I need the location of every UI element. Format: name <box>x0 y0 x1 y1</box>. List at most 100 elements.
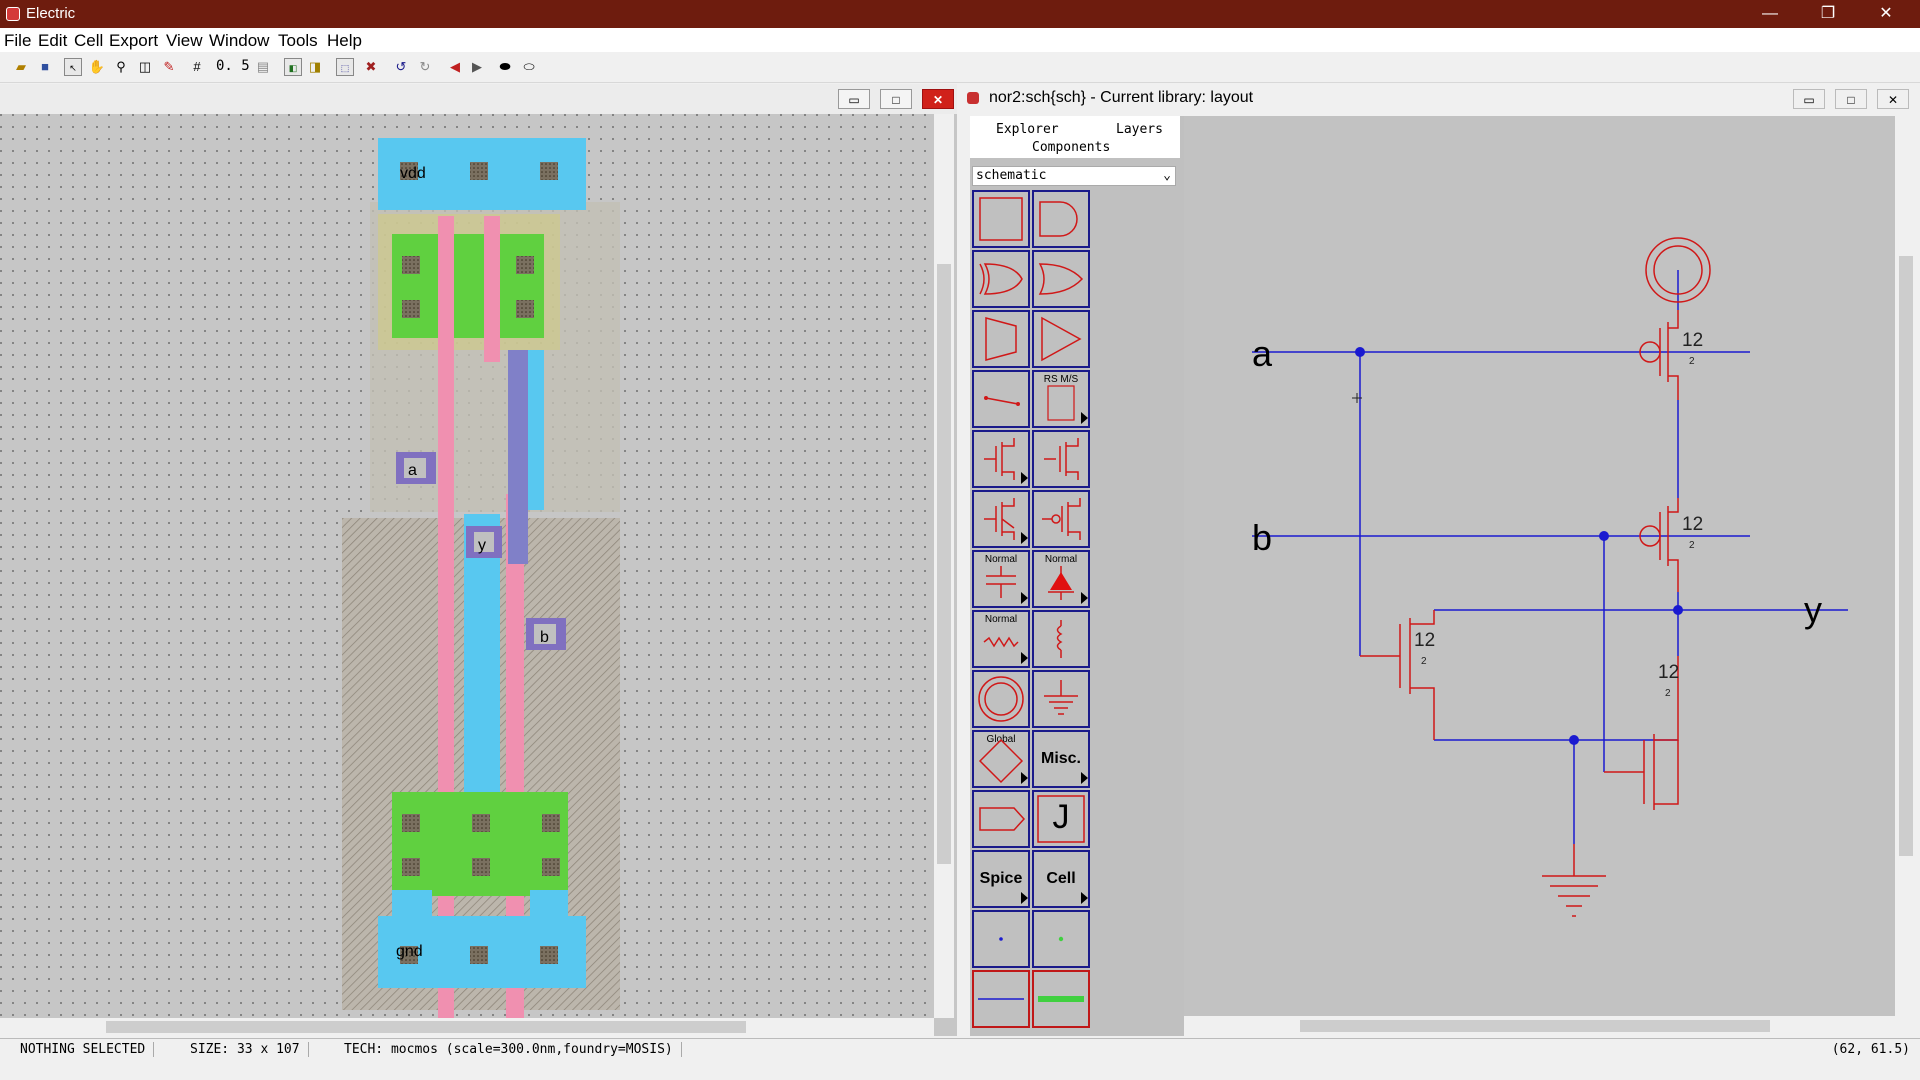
close-button[interactable]: ✕ <box>1858 0 1914 28</box>
unexpand-icon[interactable]: ⬭ <box>520 58 538 76</box>
palette-buffer[interactable] <box>1032 310 1090 368</box>
palette-resistor[interactable]: Normal <box>972 610 1030 668</box>
side-panel-tabs: Explorer Layers Components <box>970 116 1180 158</box>
window-title: Electric <box>26 5 76 22</box>
restore-button[interactable]: ❐ <box>1800 0 1856 28</box>
layout-mode-icon[interactable]: ◧ <box>284 58 302 76</box>
palette-offpage[interactable] <box>972 790 1030 848</box>
arrow-distance[interactable]: 0. 5 <box>216 58 250 74</box>
schematic-vertical-scrollbar[interactable] <box>1895 116 1917 1016</box>
ground-icon <box>1044 680 1078 715</box>
palette-power[interactable] <box>972 670 1030 728</box>
expand-arrow-icon <box>1021 472 1028 484</box>
palette-pure-layer[interactable]: J <box>1032 790 1090 848</box>
layout-vscroll-thumb[interactable] <box>937 264 951 864</box>
palette-and-gate[interactable] <box>1032 190 1090 248</box>
select-tool-icon[interactable]: ↖ <box>64 58 82 76</box>
palette-wire-pin[interactable] <box>972 910 1030 968</box>
outline-edit-icon[interactable]: ◫ <box>136 58 154 76</box>
palette-capacitor[interactable]: Normal <box>972 550 1030 608</box>
open-icon[interactable]: ▰ <box>12 58 30 76</box>
pmos-icon <box>1044 438 1079 480</box>
palette-pmos4[interactable] <box>1032 490 1090 548</box>
inductor-icon <box>1056 620 1063 658</box>
palette-xor-gate[interactable] <box>972 250 1030 308</box>
palette-flipflop[interactable]: RS M/S <box>1032 370 1090 428</box>
layout-vertical-scrollbar[interactable] <box>934 114 954 1018</box>
menu-tools[interactable]: Tools <box>278 31 318 51</box>
tab-layers[interactable]: Layers <box>1116 122 1163 137</box>
wire-arc-icon <box>978 998 1024 1000</box>
menu-file[interactable]: File <box>4 31 31 51</box>
pmos1-len-label: 2 <box>1689 356 1695 367</box>
bus-pin-icon <box>1058 936 1064 942</box>
palette-nmos[interactable] <box>972 430 1030 488</box>
palette-misc[interactable]: Misc. <box>1032 730 1090 788</box>
minimize-button[interactable]: — <box>1742 0 1798 28</box>
layout-drawing[interactable]: vdd a y b gnd <box>0 114 934 1018</box>
schematic-close-button[interactable]: ✕ <box>1877 89 1909 109</box>
palette-diode[interactable]: Normal <box>1032 550 1090 608</box>
palette-wire-arc[interactable] <box>972 970 1030 1028</box>
measure-icon[interactable]: ✎ <box>160 58 178 76</box>
palette-mux[interactable] <box>972 310 1030 368</box>
schematic-vscroll-thumb[interactable] <box>1899 256 1913 856</box>
palette-bus-arc[interactable] <box>1032 970 1090 1028</box>
coordinate-status: (62, 61.5) <box>1831 1042 1910 1057</box>
expand-icon[interactable]: ⬬ <box>496 58 514 76</box>
schematic-minimize-button[interactable]: ▭ <box>1793 89 1825 109</box>
menu-bar: File Edit Cell Export View Window Tools … <box>0 28 1920 52</box>
layout-maximize-button[interactable]: □ <box>880 89 912 109</box>
electric-icon <box>967 92 979 104</box>
layout-canvas[interactable]: vdd a y b gnd <box>0 114 934 1018</box>
menu-view[interactable]: View <box>166 31 203 51</box>
buffer-icon <box>1041 316 1082 362</box>
palette-switch[interactable] <box>972 370 1030 428</box>
expand-arrow-icon <box>1021 592 1028 604</box>
mux-icon <box>985 317 1017 361</box>
layout-horizontal-scrollbar[interactable] <box>0 1018 934 1036</box>
palette-pmos[interactable] <box>1032 430 1090 488</box>
schematic-drawing[interactable]: a b y 12 2 12 2 12 2 12 2 <box>1184 116 1895 1016</box>
menu-export[interactable]: Export <box>109 31 158 51</box>
distance-icon[interactable]: ▤ <box>254 58 272 76</box>
layout-hscroll-thumb[interactable] <box>106 1021 746 1033</box>
tab-explorer[interactable]: Explorer <box>996 122 1059 137</box>
menu-window[interactable]: Window <box>209 31 269 51</box>
schematic-canvas[interactable]: a b y 12 2 12 2 12 2 12 2 <box>1184 116 1895 1016</box>
j-label: J <box>1052 798 1070 836</box>
layout-minimize-button[interactable]: ▭ <box>838 89 870 109</box>
back-arrow-icon[interactable]: ◀ <box>446 58 464 76</box>
palette-box[interactable] <box>972 190 1030 248</box>
zoom-tool-icon[interactable]: ⚲ <box>112 58 130 76</box>
save-icon[interactable]: ■ <box>36 58 54 76</box>
redo-icon[interactable]: ↻ <box>416 58 434 76</box>
palette-cell[interactable]: Cell <box>1032 850 1090 908</box>
palette-global[interactable]: Global <box>972 730 1030 788</box>
grid-icon[interactable]: # <box>188 58 206 76</box>
cross-icon[interactable]: ✖ <box>362 58 380 76</box>
schematic-mode-icon[interactable]: ◨ <box>306 58 324 76</box>
select-objects-icon[interactable]: ⬚ <box>336 58 354 76</box>
expand-arrow-icon <box>1021 652 1028 664</box>
or-gate-icon <box>1038 263 1084 295</box>
schematic-horizontal-scrollbar[interactable] <box>1184 1016 1895 1036</box>
palette-bus-pin[interactable] <box>1032 910 1090 968</box>
pan-tool-icon[interactable]: ✋ <box>88 58 106 76</box>
schematic-maximize-button[interactable]: □ <box>1835 89 1867 109</box>
technology-select[interactable]: schematic ⌄ <box>972 166 1176 186</box>
menu-help[interactable]: Help <box>327 31 362 51</box>
menu-cell[interactable]: Cell <box>74 31 103 51</box>
palette-inductor[interactable] <box>1032 610 1090 668</box>
menu-edit[interactable]: Edit <box>38 31 67 51</box>
layout-close-button[interactable]: ✕ <box>922 89 954 109</box>
component-palette: RS M/S Normal Normal Normal Global Misc.… <box>972 190 1092 1032</box>
palette-ground[interactable] <box>1032 670 1090 728</box>
undo-icon[interactable]: ↺ <box>392 58 410 76</box>
forward-arrow-icon[interactable]: ▶ <box>468 58 486 76</box>
palette-nmos4[interactable] <box>972 490 1030 548</box>
tab-components[interactable]: Components <box>1032 140 1110 155</box>
palette-or-gate[interactable] <box>1032 250 1090 308</box>
schematic-hscroll-thumb[interactable] <box>1300 1020 1770 1032</box>
palette-spice[interactable]: Spice <box>972 850 1030 908</box>
